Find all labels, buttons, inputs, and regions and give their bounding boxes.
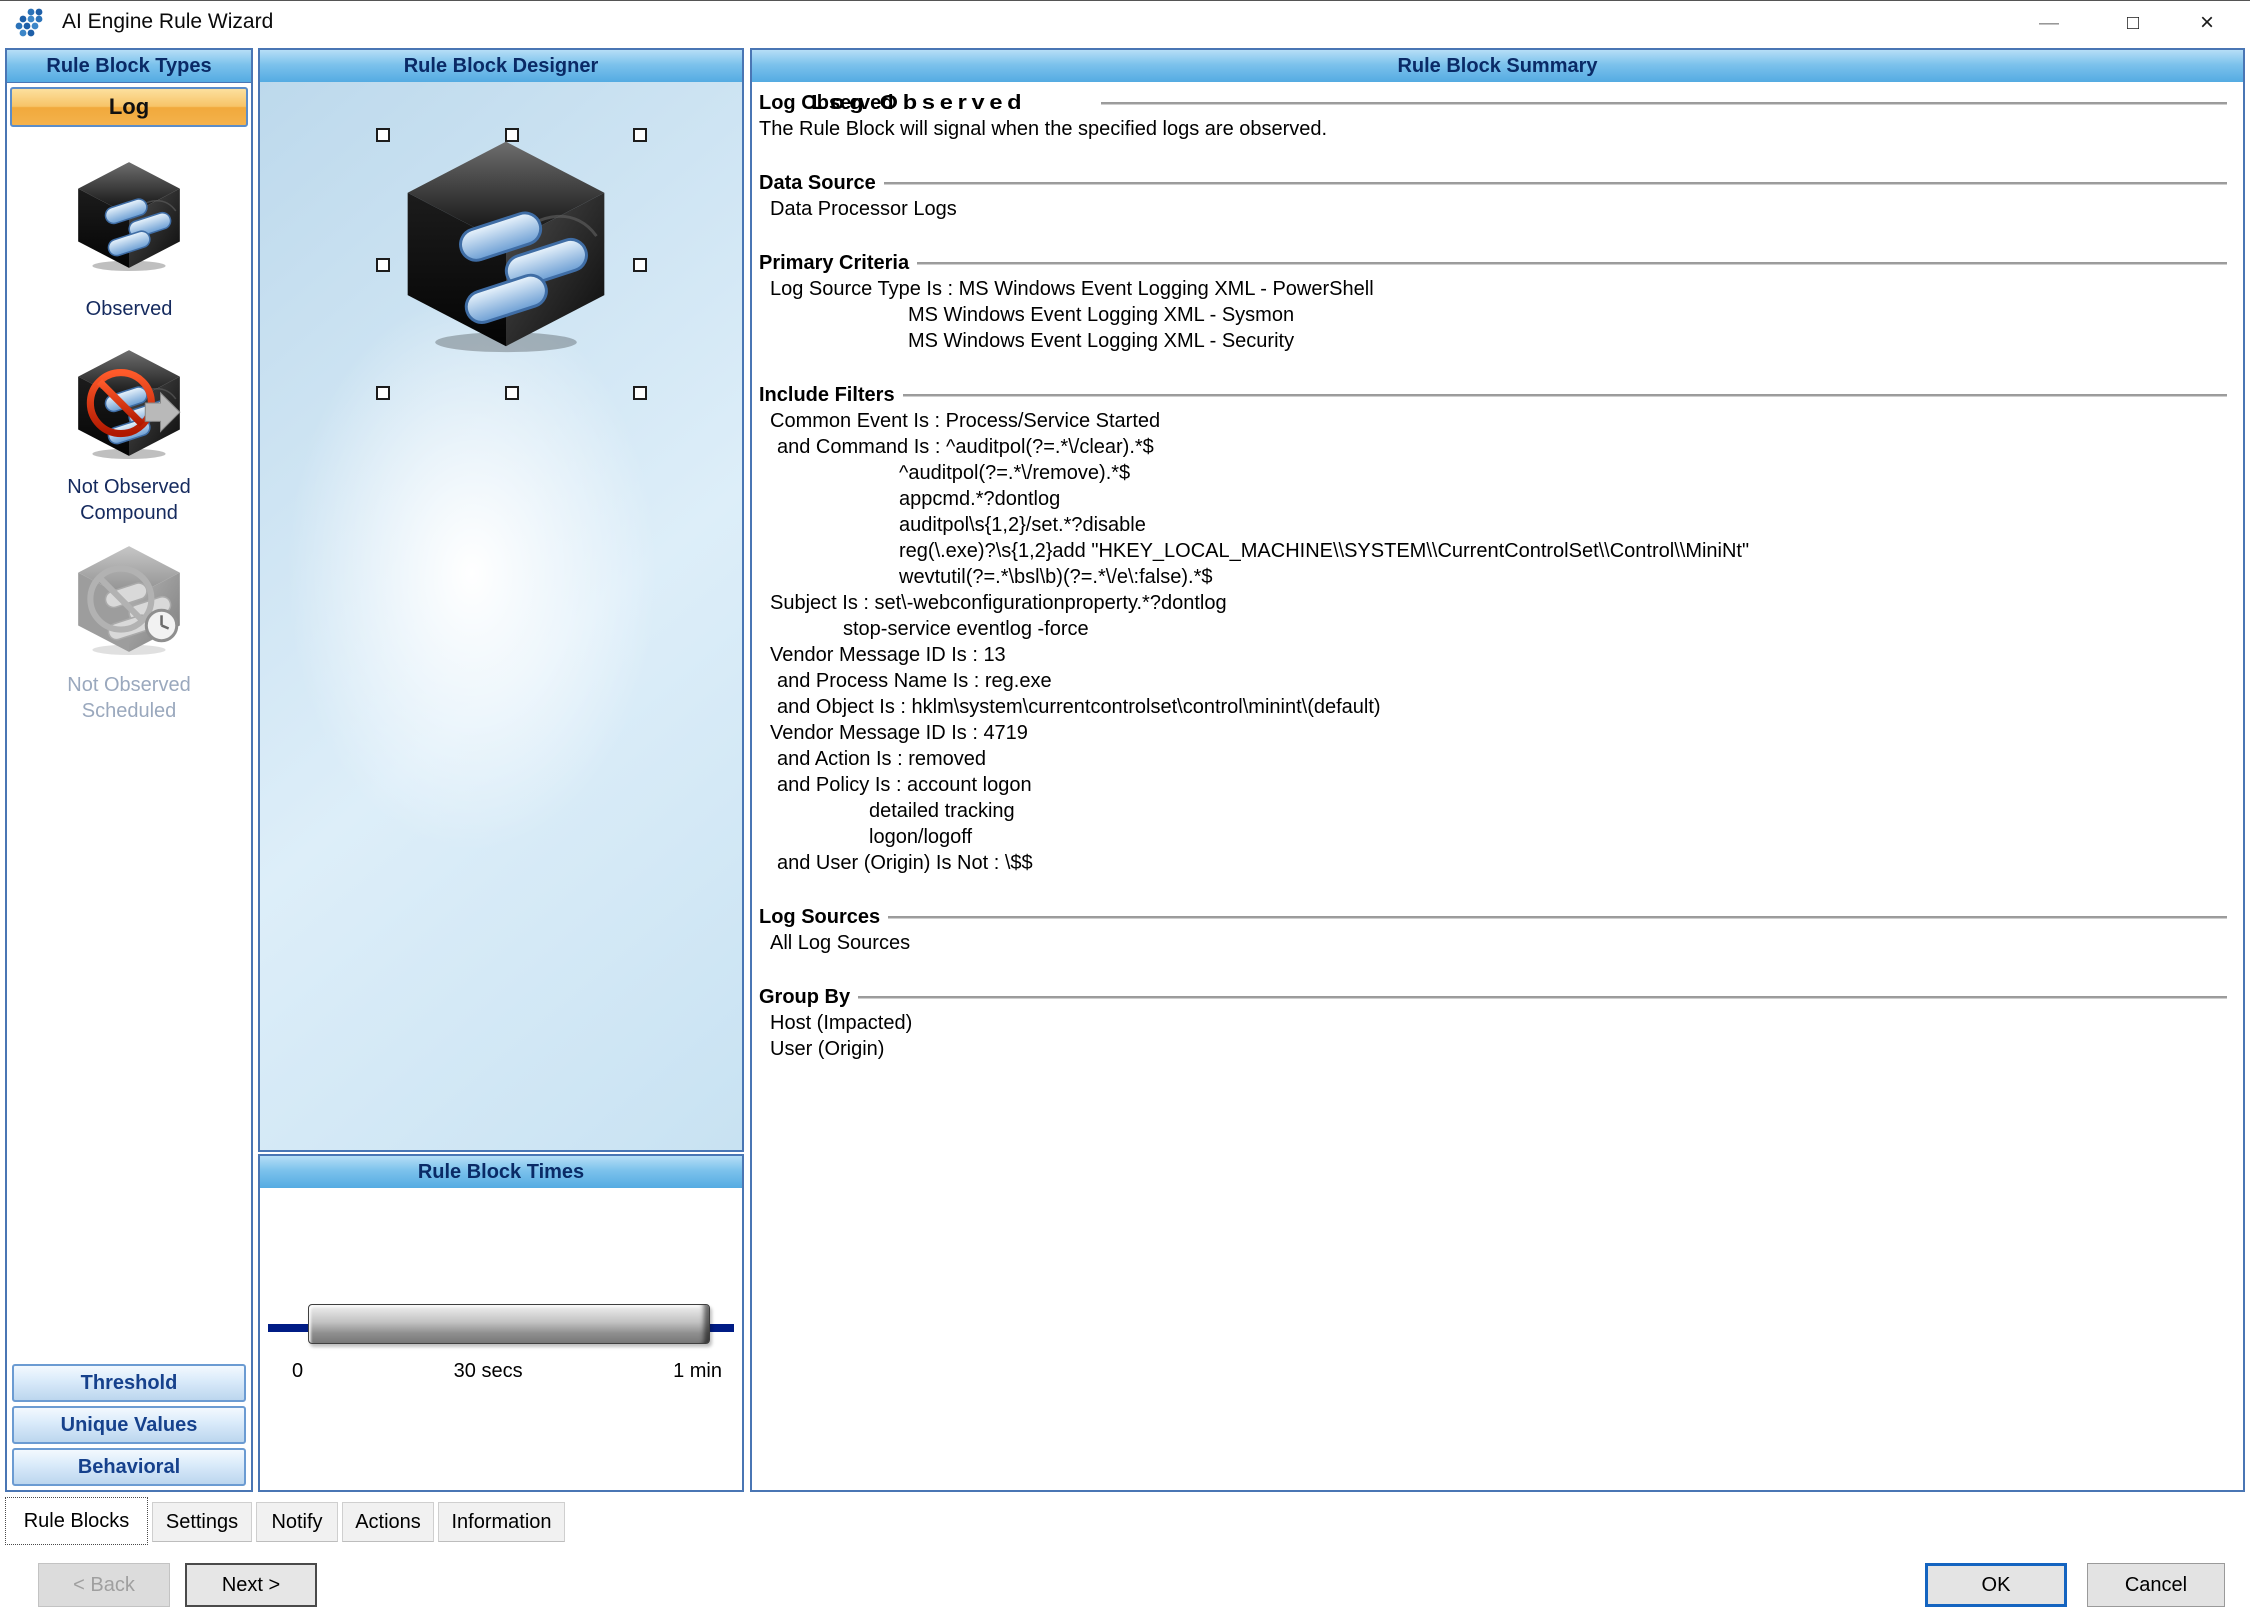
rule-block-types-header: Rule Block Types [7,50,251,83]
rule-block-times-body: 0 30 secs 1 min [260,1188,742,1490]
summary-line: stop-service eventlog -force [843,616,2229,642]
summary-line: and Process Name Is : reg.exe [777,668,2229,694]
summary-line: Log Observed Log Observed [759,90,2229,116]
rule-block-types-panel: Rule Block Types Log Observed Not Observ… [5,48,253,1492]
rule-block-designer-panel: Rule Block Designer [258,48,744,1152]
summary-line: wevtutil(?=.*\bsl\b)(?=.*\/e\:false).*$ [899,564,2229,590]
designer-canvas[interactable] [260,82,742,1150]
summary-line: and Policy Is : account logon [777,772,2229,798]
rule-block-summary-body: Log Observed Log Observed The Rule Block… [752,82,2243,1490]
summary-line: Subject Is : set\-webconfigurationproper… [770,590,2229,616]
summary-line: The Rule Block will signal when the spec… [759,116,2229,142]
window-title: AI Engine Rule Wizard [62,10,273,34]
summary-line: User (Origin) [770,1036,2229,1062]
observed-cube-icon[interactable] [68,152,190,274]
rule-block-designer-header: Rule Block Designer [260,50,742,83]
overlapped-text-artifact: Log Observed [811,90,1026,116]
summary-line: Log Sources [759,904,2229,930]
summary-line: reg(\.exe)?\s{1,2}add "HKEY_LOCAL_MACHIN… [899,538,2229,564]
ok-button[interactable]: OK [1925,1563,2067,1607]
tab-information[interactable]: Information [438,1502,565,1542]
back-button: < Back [38,1563,170,1607]
section-rule-line [903,394,2227,397]
behavioral-button[interactable]: Behavioral [12,1448,246,1486]
summary-line: Data Processor Logs [770,196,2229,222]
selection-handle[interactable] [633,258,647,272]
summary-line: Data Source [759,170,2229,196]
summary-line: logon/logoff [869,824,2229,850]
threshold-button[interactable]: Threshold [12,1364,246,1402]
minimize-icon[interactable]: — [2016,1,2082,45]
selection-handle[interactable] [376,386,390,400]
logrhythm-logo-icon [14,6,50,42]
section-rule-line [917,262,2227,265]
summary-line: appcmd.*?dontlog [899,486,2229,512]
summary-line: All Log Sources [770,930,2229,956]
type-label-observed[interactable]: Observed [7,296,251,322]
summary-line: Common Event Is : Process/Service Starte… [770,408,2229,434]
summary-line: MS Windows Event Logging XML - Security [908,328,2229,354]
time-slider-ticks: 0 30 secs 1 min [292,1360,722,1383]
tab-settings[interactable]: Settings [152,1502,252,1542]
summary-line: auditpol\s{1,2}/set.*?disable [899,512,2229,538]
type-label-not-observed-scheduled: Not Observed Scheduled [7,672,251,724]
summary-line: Group By [759,984,2229,1010]
section-rule-line [884,182,2227,185]
wizard-footer: < Back Next > OK Cancel [0,1552,2250,1624]
tab-rule-blocks[interactable]: Rule Blocks [5,1497,148,1545]
tick-zero: 0 [292,1360,303,1383]
not-observed-scheduled-cube-icon [68,536,190,658]
tab-actions[interactable]: Actions [342,1502,434,1542]
tick-1min: 1 min [673,1360,722,1383]
rule-block-summary-header: Rule Block Summary [752,50,2243,83]
section-rule-line [888,916,2227,919]
summary-line: ^auditpol(?=.*\/remove).*$ [899,460,2229,486]
summary-line: Vendor Message ID Is : 13 [770,642,2229,668]
summary-line: Log Source Type Is : MS Windows Event Lo… [770,276,2229,302]
selected-rule-block-cube-icon[interactable] [388,122,624,358]
rule-block-times-panel: Rule Block Times 0 30 secs 1 min [258,1154,744,1492]
selection-handle[interactable] [633,386,647,400]
rule-block-summary-panel: Rule Block Summary Log Observed Log Obse… [750,48,2245,1492]
wizard-tab-bar: Rule Blocks Settings Notify Actions Info… [0,1496,2250,1552]
summary-line: detailed tracking [869,798,2229,824]
summary-line: MS Windows Event Logging XML - Sysmon [908,302,2229,328]
not-observed-compound-cube-icon[interactable] [68,340,190,462]
close-icon[interactable]: × [2174,1,2240,45]
title-bar: AI Engine Rule Wizard — □ × [0,0,2250,45]
summary-line: and Action Is : removed [777,746,2229,772]
rule-block-times-header: Rule Block Times [260,1156,742,1189]
time-slider-bar[interactable] [308,1304,710,1344]
next-button[interactable]: Next > [185,1563,317,1607]
section-rule-line [1101,102,2227,105]
tick-30secs: 30 secs [454,1360,523,1383]
selection-handle[interactable] [505,386,519,400]
cancel-button[interactable]: Cancel [2087,1563,2225,1607]
ai-engine-rule-wizard-window: AI Engine Rule Wizard — □ × Rule Block T… [0,0,2250,1624]
unique-values-button[interactable]: Unique Values [12,1406,246,1444]
maximize-icon[interactable]: □ [2100,1,2166,45]
summary-line: Host (Impacted) [770,1010,2229,1036]
summary-line: Vendor Message ID Is : 4719 [770,720,2229,746]
log-type-button[interactable]: Log [10,87,248,127]
summary-line: and User (Origin) Is Not : \$$ [777,850,2229,876]
type-label-not-observed-compound[interactable]: Not Observed Compound [7,474,251,526]
summary-line: Primary Criteria [759,250,2229,276]
summary-line: and Command Is : ^auditpol(?=.*\/clear).… [777,434,2229,460]
summary-line: Include Filters [759,382,2229,408]
selection-handle[interactable] [633,128,647,142]
section-rule-line [858,996,2227,999]
summary-line: and Object Is : hklm\system\currentcontr… [777,694,2229,720]
tab-notify[interactable]: Notify [256,1502,338,1542]
